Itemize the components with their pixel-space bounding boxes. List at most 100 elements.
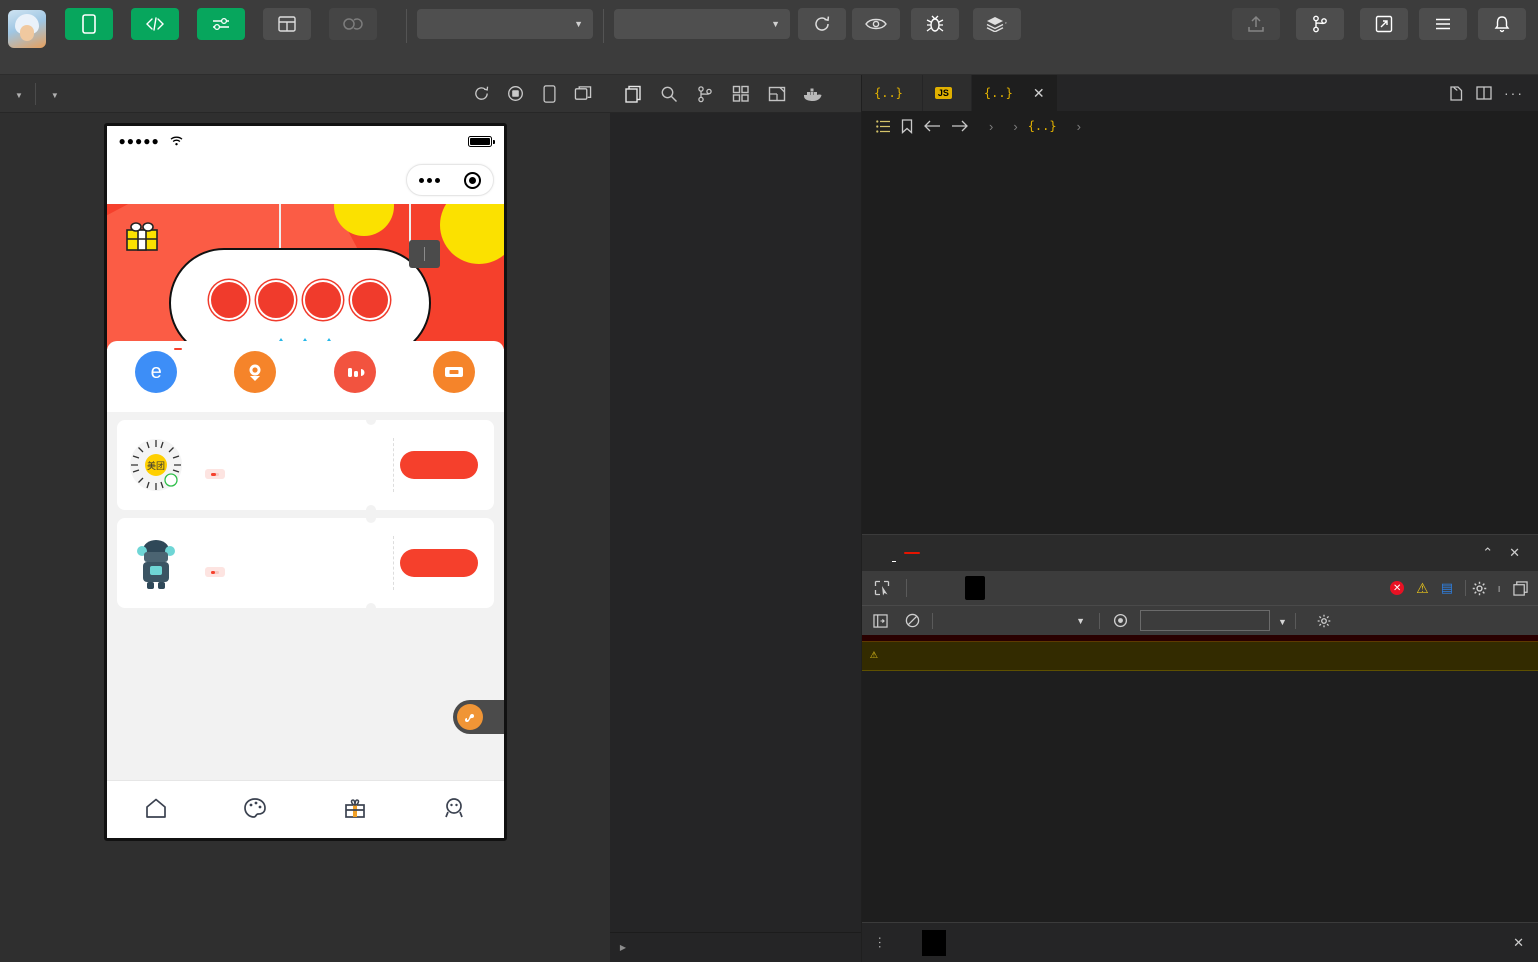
files-icon[interactable]: [618, 80, 648, 108]
tabbar-item-wallpaper[interactable]: [206, 797, 305, 822]
details-button[interactable]: [1417, 8, 1469, 45]
tabbar-item-home[interactable]: [107, 797, 206, 822]
more-dots-icon[interactable]: [419, 178, 440, 183]
device-select[interactable]: ▼: [0, 87, 35, 101]
tip-divider: [424, 247, 425, 261]
add-to-miniprogram-tip[interactable]: [409, 240, 440, 268]
forward-arrow-icon[interactable]: [951, 120, 969, 132]
chevron-up-icon[interactable]: ⌃: [1482, 545, 1493, 561]
quick-item-food[interactable]: [313, 351, 397, 400]
phone-icon: [65, 8, 113, 40]
coupon-card[interactable]: 美团: [117, 420, 494, 510]
more-actions-icon[interactable]: ···: [870, 936, 890, 949]
cloud-dev-button[interactable]: [324, 8, 382, 45]
more-actions-icon[interactable]: ···: [1493, 585, 1507, 591]
user-avatar[interactable]: [8, 10, 46, 48]
panel-tab-code-quality[interactable]: [1004, 545, 1008, 561]
chevron-down-icon: ▼: [574, 19, 583, 29]
outline-list-icon[interactable]: [876, 120, 891, 133]
wechat-capsule[interactable]: [406, 164, 494, 196]
editor-tab-vendor-js[interactable]: JS: [923, 75, 972, 111]
devtools-tab-sources[interactable]: [989, 576, 1009, 600]
panel-tab-output[interactable]: [960, 545, 964, 561]
search-icon[interactable]: [654, 80, 684, 108]
panel-tab-debugger[interactable]: [892, 545, 896, 562]
editor-tab-index-json[interactable]: {..} ✕: [972, 75, 1058, 111]
panel-tab-problems[interactable]: [938, 545, 942, 561]
food-entertainment-icon: [334, 351, 376, 393]
editor-toggle-button[interactable]: [126, 8, 184, 45]
rotate-device-icon[interactable]: [534, 81, 564, 107]
close-target-icon[interactable]: [464, 172, 481, 189]
claim-button[interactable]: [400, 451, 478, 479]
compile-select[interactable]: ▼: [614, 9, 790, 39]
outline-section[interactable]: ▶: [610, 932, 861, 962]
console-sidebar-icon[interactable]: [868, 610, 892, 632]
devtools-tab-performance[interactable]: [941, 576, 961, 600]
back-arrow-icon[interactable]: [923, 120, 941, 132]
banner-words: [209, 280, 390, 320]
claim-button[interactable]: [400, 549, 478, 577]
compile-button[interactable]: [796, 8, 848, 45]
detach-window-icon[interactable]: [568, 81, 598, 107]
close-icon[interactable]: ✕: [1033, 85, 1045, 102]
test-account-button[interactable]: [1358, 8, 1410, 45]
close-icon[interactable]: ✕: [1513, 935, 1530, 951]
close-icon[interactable]: ✕: [1509, 545, 1520, 561]
inspect-element-icon[interactable]: [868, 580, 896, 596]
console-prompt[interactable]: [862, 671, 1538, 922]
status-carrier: ●●●●●: [119, 134, 183, 148]
code-editor[interactable]: [862, 141, 1538, 534]
console-levels-select[interactable]: ▼: [1278, 613, 1287, 628]
new-file-icon[interactable]: [1448, 85, 1464, 102]
bookmark-icon[interactable]: [901, 119, 913, 134]
docker-icon[interactable]: [798, 80, 828, 108]
console-warning-entry[interactable]: ⚠: [862, 642, 1538, 671]
refresh-icon[interactable]: [466, 81, 496, 107]
editor-tab-bar: {..} JS {..} ✕ ···: [862, 75, 1538, 111]
gear-icon[interactable]: [1312, 610, 1336, 632]
extensions-icon[interactable]: [726, 80, 756, 108]
split-editor-icon[interactable]: [1476, 85, 1492, 101]
record-icon[interactable]: [500, 81, 530, 107]
gear-icon[interactable]: [1472, 581, 1487, 596]
quick-item-takeaway[interactable]: e: [114, 351, 198, 400]
split-layout-icon[interactable]: [762, 80, 792, 108]
dock-side-icon[interactable]: [1513, 581, 1528, 596]
promo-banner[interactable]: [107, 204, 504, 349]
console-filter-input[interactable]: [1140, 610, 1270, 631]
source-control-icon[interactable]: [690, 80, 720, 108]
mode-select[interactable]: ▼: [417, 9, 593, 39]
panel-tab-build[interactable]: [870, 545, 874, 561]
bottom-tab-task[interactable]: [922, 930, 946, 956]
preview-button[interactable]: [850, 8, 902, 45]
quick-item-travel[interactable]: [213, 351, 297, 400]
panel-tab-terminal[interactable]: [982, 545, 986, 561]
tabbar-item-welfare[interactable]: [305, 797, 404, 822]
more-actions-icon[interactable]: ···: [1504, 85, 1524, 101]
bottom-tab-console[interactable]: [894, 930, 918, 956]
console-output[interactable]: ⚠: [862, 635, 1538, 922]
editor-tab-project-config[interactable]: {..}: [862, 75, 923, 111]
tabbar-item-mine[interactable]: [404, 797, 503, 822]
live-expression-icon[interactable]: [1108, 610, 1132, 632]
debugger-toggle-button[interactable]: [192, 8, 250, 45]
version-control-button[interactable]: [1289, 8, 1351, 45]
clear-cache-button[interactable]: [968, 8, 1026, 45]
file-tree[interactable]: [610, 143, 861, 932]
share-friend-button[interactable]: [453, 700, 504, 734]
hot-reload-select[interactable]: ▼: [36, 87, 71, 101]
visualization-button[interactable]: [258, 8, 316, 45]
coupon-card[interactable]: [117, 518, 494, 608]
quick-item-hotel[interactable]: [412, 351, 496, 400]
console-error-entry[interactable]: [862, 635, 1538, 642]
devtools-tab-wxml[interactable]: [917, 576, 937, 600]
simulator-toggle-button[interactable]: [60, 8, 118, 45]
messages-button[interactable]: [1476, 8, 1528, 45]
clear-console-icon[interactable]: [900, 610, 924, 632]
console-context-select[interactable]: ▼: [941, 616, 1091, 626]
upload-button[interactable]: [1230, 8, 1282, 45]
devtools-tab-console[interactable]: [965, 576, 985, 600]
real-device-debug-button[interactable]: [904, 8, 966, 45]
filter-divider: [1099, 613, 1100, 629]
